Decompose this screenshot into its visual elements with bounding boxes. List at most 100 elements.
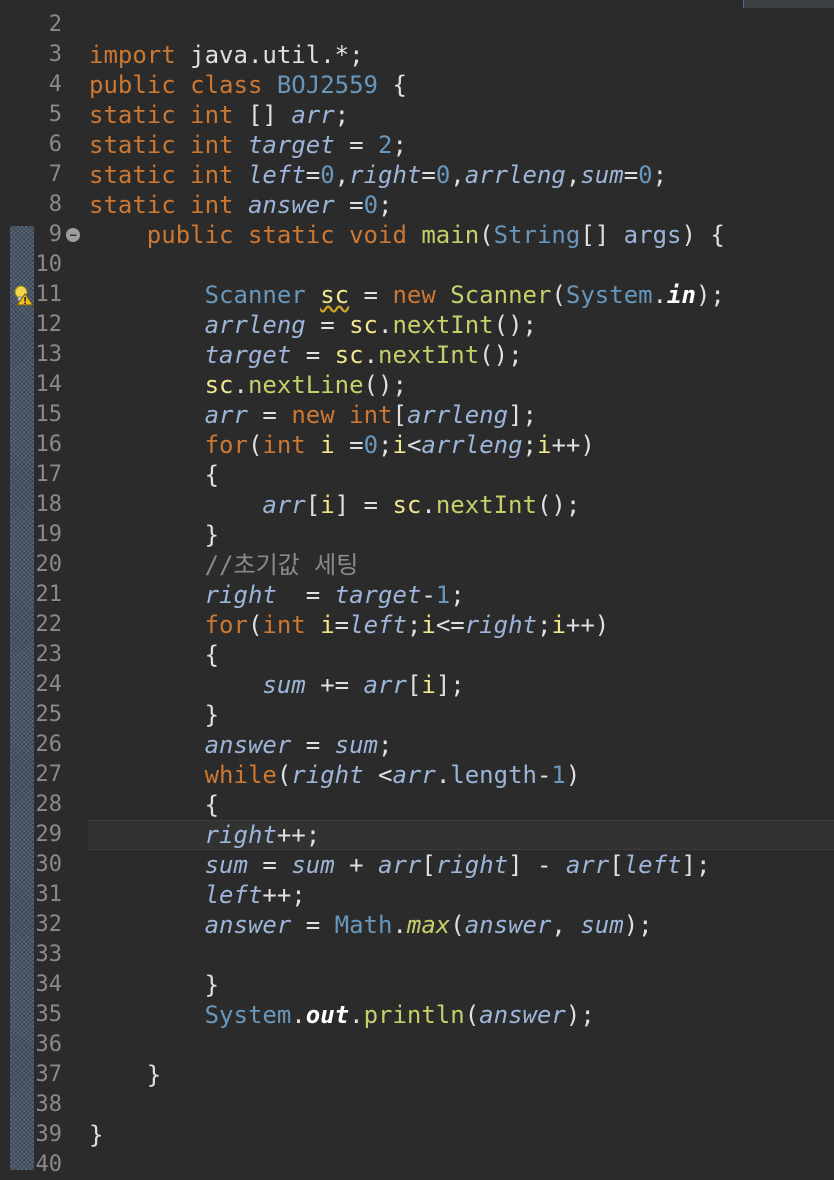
code-line-9[interactable]: 9 public static void main(String[] args)… <box>0 220 834 250</box>
code-token: i <box>421 611 436 639</box>
code-line-20[interactable]: 20 //초기값 세팅 <box>0 550 834 580</box>
code-line-4[interactable]: 4 public class BOJ2559 { <box>0 70 834 100</box>
code-line-22[interactable]: 22 for(int i=left;i<=right;i++) <box>0 610 834 640</box>
code-token: arrleng <box>464 161 566 189</box>
code-line-40[interactable]: 40 <box>0 1150 834 1180</box>
code-token: ; <box>378 431 393 459</box>
code-token: System <box>565 281 653 309</box>
collapse-icon[interactable]: − <box>66 228 80 242</box>
code-token: sc <box>349 311 379 339</box>
code-token: sum <box>291 851 335 879</box>
code-token: max <box>406 911 451 939</box>
code-token: public <box>146 221 234 249</box>
code-line-29[interactable]: 29 right++; <box>0 820 834 850</box>
code-line-13[interactable]: 13 target = sc.nextInt(); <box>0 340 834 370</box>
code-token: } <box>89 971 220 999</box>
code-line-28[interactable]: 28 { <box>0 790 834 820</box>
code-line-25[interactable]: 25 } <box>0 700 834 730</box>
code-line-39[interactable]: 39} <box>0 1120 834 1150</box>
code-token: - <box>536 761 552 789</box>
code-token: int <box>190 191 234 219</box>
code-text: arr = new int[arrleng]; <box>89 400 537 430</box>
code-line-31[interactable]: 31 left++; <box>0 880 834 910</box>
code-token: main <box>421 221 480 249</box>
code-line-34[interactable]: 34 } <box>0 970 834 1000</box>
code-line-21[interactable]: 21 right = target-1; <box>0 580 834 610</box>
code-line-11[interactable]: 11 Scanner sc = new Scanner(System.in); <box>0 280 834 310</box>
code-token: left <box>349 611 407 639</box>
line-number: 7 <box>48 162 62 187</box>
line-number: 14 <box>35 372 63 397</box>
code-token: 2 <box>378 131 393 159</box>
code-line-3[interactable]: 3 import java.util.*; <box>0 40 834 70</box>
code-token: left <box>204 881 263 909</box>
code-line-7[interactable]: 7 static int left=0,right=0,arrleng,sum=0… <box>0 160 834 190</box>
code-token: . <box>421 491 436 519</box>
code-text: for(int i=left;i<=right;i++) <box>89 610 610 640</box>
code-token: sum <box>580 161 624 189</box>
code-line-17[interactable]: 17 { <box>0 460 834 490</box>
code-token: (); <box>493 311 537 339</box>
code-token: int <box>262 431 306 459</box>
code-token: target <box>204 341 292 369</box>
code-line-32[interactable]: 32 answer = Math.max(answer, sum); <box>0 910 834 940</box>
code-token: right <box>204 821 277 849</box>
code-line-5[interactable]: 5 static int [] arr; <box>0 100 834 130</box>
code-text: sum += arr[i]; <box>89 670 464 700</box>
code-line-14[interactable]: 14 sc.nextLine(); <box>0 370 834 400</box>
code-line-2[interactable]: 2 <box>0 10 834 40</box>
code-line-18[interactable]: 18 arr[i] = sc.nextInt(); <box>0 490 834 520</box>
code-token: sc <box>392 491 422 519</box>
code-line-38[interactable]: 38 <box>0 1090 834 1120</box>
code-token: right <box>204 581 277 609</box>
code-line-19[interactable]: 19 } <box>0 520 834 550</box>
code-line-36[interactable]: 36 <box>0 1030 834 1060</box>
code-line-10[interactable]: 10 <box>0 250 834 280</box>
code-token: 0 <box>320 161 335 189</box>
code-line-26[interactable]: 26 answer = sum; <box>0 730 834 760</box>
code-token: ++; <box>262 881 306 909</box>
code-line-33[interactable]: 33 <box>0 940 834 970</box>
code-token: i <box>551 611 566 639</box>
code-line-24[interactable]: 24 sum += arr[i]; <box>0 670 834 700</box>
code-line-16[interactable]: 16 for(int i =0;i<arrleng;i++) <box>0 430 834 460</box>
code-line-6[interactable]: 6 static int target = 2; <box>0 130 834 160</box>
code-line-27[interactable]: 27 while(right <arr.length-1) <box>0 760 834 790</box>
code-text: left++; <box>89 880 306 910</box>
code-line-12[interactable]: 12 arrleng = sc.nextInt(); <box>0 310 834 340</box>
code-token: . <box>392 911 407 939</box>
code-token: static <box>89 191 176 219</box>
code-token: i <box>320 431 335 459</box>
code-text: answer = sum; <box>89 730 393 760</box>
warning-lightbulb-icon[interactable] <box>12 284 34 306</box>
code-token: ++; <box>276 821 321 849</box>
code-token: ; <box>450 581 465 609</box>
code-line-37[interactable]: 37 } <box>0 1060 834 1090</box>
code-token: = <box>334 191 364 219</box>
code-token: answer <box>204 731 292 759</box>
code-token: . <box>363 341 379 369</box>
code-token: [ <box>305 491 321 519</box>
code-line-8[interactable]: 8 static int answer =0; <box>0 190 834 220</box>
code-line-35[interactable]: 35 System.out.println(answer); <box>0 1000 834 1030</box>
code-line-30[interactable]: 30 sum = sum + arr[right] - arr[left]; <box>0 850 834 880</box>
code-token: [ <box>406 671 422 699</box>
code-token: int <box>190 161 234 189</box>
code-token: [ <box>421 851 436 879</box>
code-line-23[interactable]: 23 { <box>0 640 834 670</box>
code-text: answer = Math.max(answer, sum); <box>89 910 653 940</box>
code-token: answer <box>247 191 335 219</box>
code-token: ; <box>392 131 407 159</box>
code-token: int <box>262 611 306 639</box>
code-line-15[interactable]: 15 arr = new int[arrleng]; <box>0 400 834 430</box>
overview-ruler-mark[interactable] <box>743 0 834 8</box>
code-token: arrleng <box>204 311 306 339</box>
